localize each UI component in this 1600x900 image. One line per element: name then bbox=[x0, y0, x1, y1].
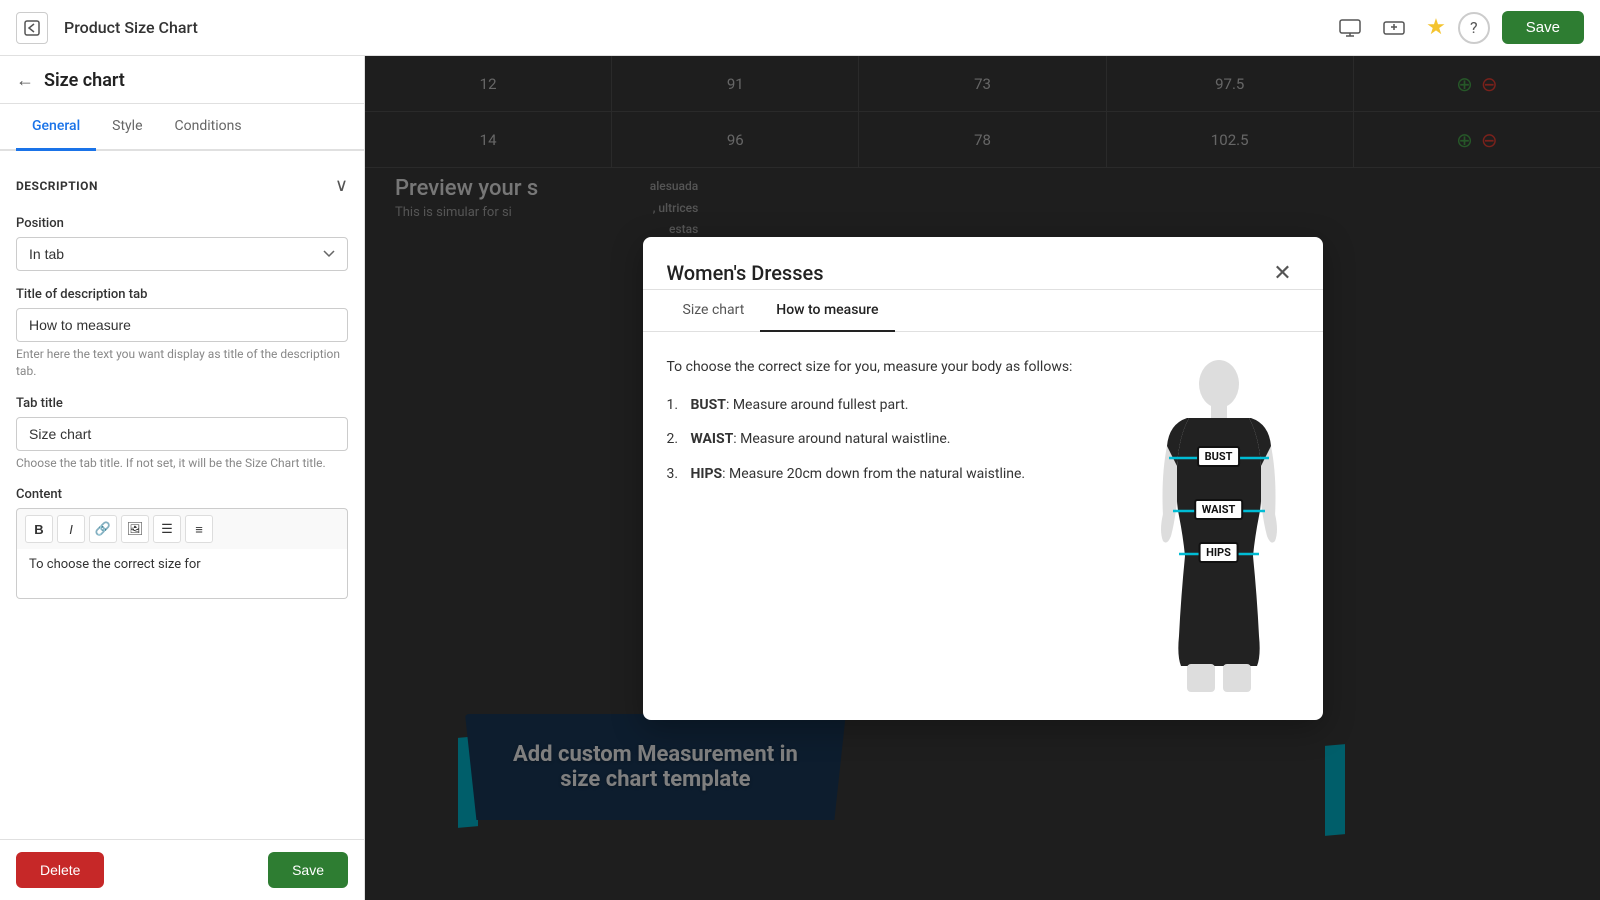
content-area: 12 91 73 97.5 ⊕ ⊖ 14 96 78 102.5 ⊕ ⊖ bbox=[365, 56, 1600, 900]
item-num: 3. bbox=[667, 463, 687, 485]
save-button[interactable]: Save bbox=[268, 852, 348, 888]
title-input[interactable] bbox=[16, 308, 348, 342]
item-text: BUST: Measure around fullest part. bbox=[691, 394, 909, 416]
sidebar-bottom: Delete Save bbox=[0, 839, 364, 900]
modal-tab-how-to-measure[interactable]: How to measure bbox=[760, 290, 894, 332]
italic-button[interactable]: I bbox=[57, 515, 85, 543]
modal-title: Women's Dresses bbox=[667, 261, 824, 285]
link-button[interactable]: 🔗 bbox=[89, 515, 117, 543]
desktop-icon[interactable] bbox=[1334, 12, 1366, 44]
position-field: Position In tab bbox=[16, 216, 348, 271]
help-icon[interactable]: ? bbox=[1458, 12, 1490, 44]
modal-overlay[interactable]: Women's Dresses ✕ Size chart How to meas… bbox=[365, 56, 1600, 900]
list-item: 3. HIPS: Measure 20cm down from the natu… bbox=[667, 463, 1115, 485]
item-text: HIPS: Measure 20cm down from the natural… bbox=[691, 463, 1026, 485]
position-select[interactable]: In tab bbox=[16, 237, 348, 271]
back-button[interactable] bbox=[16, 12, 48, 44]
item-text: WAIST: Measure around natural waistline. bbox=[691, 428, 951, 450]
content-field: Content B I 🔗 🖼 ☰ ≡ To choose the correc… bbox=[16, 487, 348, 599]
bust-label: BUST bbox=[1197, 446, 1241, 467]
sidebar-back-icon[interactable]: ← bbox=[16, 70, 34, 91]
hips-label: HIPS bbox=[1198, 542, 1239, 563]
star-icon[interactable]: ★ bbox=[1426, 15, 1446, 40]
tab-title-input[interactable] bbox=[16, 417, 348, 451]
section-label: DESCRIPTION bbox=[16, 179, 98, 193]
tab-title-field: Tab title Choose the tab title. If not s… bbox=[16, 396, 348, 472]
modal-image-area: BUST WAIST HIPS bbox=[1139, 356, 1299, 696]
modal-text: To choose the correct size for you, meas… bbox=[667, 356, 1115, 696]
image-button[interactable]: 🖼 bbox=[121, 515, 149, 543]
modal-measurements-list: 1. BUST: Measure around fullest part. 2.… bbox=[667, 394, 1115, 485]
sidebar-title: Size chart bbox=[44, 70, 125, 91]
modal-tabs: Size chart How to measure bbox=[643, 290, 1323, 332]
tab-title-hint: Choose the tab title. If not set, it wil… bbox=[16, 455, 348, 472]
toolbar-icons bbox=[1334, 12, 1410, 44]
delete-button[interactable]: Delete bbox=[16, 852, 104, 888]
title-label: Title of description tab bbox=[16, 287, 348, 302]
position-label: Position bbox=[16, 216, 348, 231]
modal-body: To choose the correct size for you, meas… bbox=[643, 332, 1323, 720]
list-item: 2. WAIST: Measure around natural waistli… bbox=[667, 428, 1115, 450]
tab-general[interactable]: General bbox=[16, 104, 96, 151]
tab-style[interactable]: Style bbox=[96, 104, 158, 151]
list-button[interactable]: ☰ bbox=[153, 515, 181, 543]
modal-intro: To choose the correct size for you, meas… bbox=[667, 356, 1115, 378]
resize-icon[interactable] bbox=[1378, 12, 1410, 44]
top-save-button[interactable]: Save bbox=[1502, 11, 1584, 44]
section-arrow-icon: ∨ bbox=[335, 175, 348, 196]
measurement-figure: BUST WAIST HIPS bbox=[1149, 356, 1289, 696]
modal-close-button[interactable]: ✕ bbox=[1267, 257, 1299, 289]
sidebar: ← Size chart General Style Conditions DE… bbox=[0, 56, 365, 900]
description-section-header[interactable]: DESCRIPTION ∨ bbox=[16, 167, 348, 204]
content-label: Content bbox=[16, 487, 348, 502]
title-description-field: Title of description tab Enter here the … bbox=[16, 287, 348, 380]
bold-button[interactable]: B bbox=[25, 515, 53, 543]
editor-toolbar: B I 🔗 🖼 ☰ ≡ bbox=[16, 508, 348, 549]
tab-conditions[interactable]: Conditions bbox=[159, 104, 258, 151]
item-num: 1. bbox=[667, 394, 687, 416]
sidebar-content: DESCRIPTION ∨ Position In tab Title of d… bbox=[0, 151, 364, 839]
main-layout: ← Size chart General Style Conditions DE… bbox=[0, 56, 1600, 900]
modal-header: Women's Dresses ✕ bbox=[643, 237, 1323, 290]
list-item: 1. BUST: Measure around fullest part. bbox=[667, 394, 1115, 416]
app-title: Product Size Chart bbox=[64, 18, 1318, 37]
figure-svg bbox=[1149, 356, 1289, 696]
ordered-list-button[interactable]: ≡ bbox=[185, 515, 213, 543]
title-hint: Enter here the text you want display as … bbox=[16, 346, 348, 380]
item-num: 2. bbox=[667, 428, 687, 450]
sidebar-tabs: General Style Conditions bbox=[0, 104, 364, 151]
modal: Women's Dresses ✕ Size chart How to meas… bbox=[643, 237, 1323, 720]
content-editor[interactable]: To choose the correct size for bbox=[16, 549, 348, 599]
tab-title-label: Tab title bbox=[16, 396, 348, 411]
waist-label: WAIST bbox=[1194, 499, 1244, 520]
modal-tab-size-chart[interactable]: Size chart bbox=[667, 290, 761, 332]
top-bar-right: ★ ? Save bbox=[1426, 11, 1584, 44]
top-bar: Product Size Chart ★ ? Save bbox=[0, 0, 1600, 56]
